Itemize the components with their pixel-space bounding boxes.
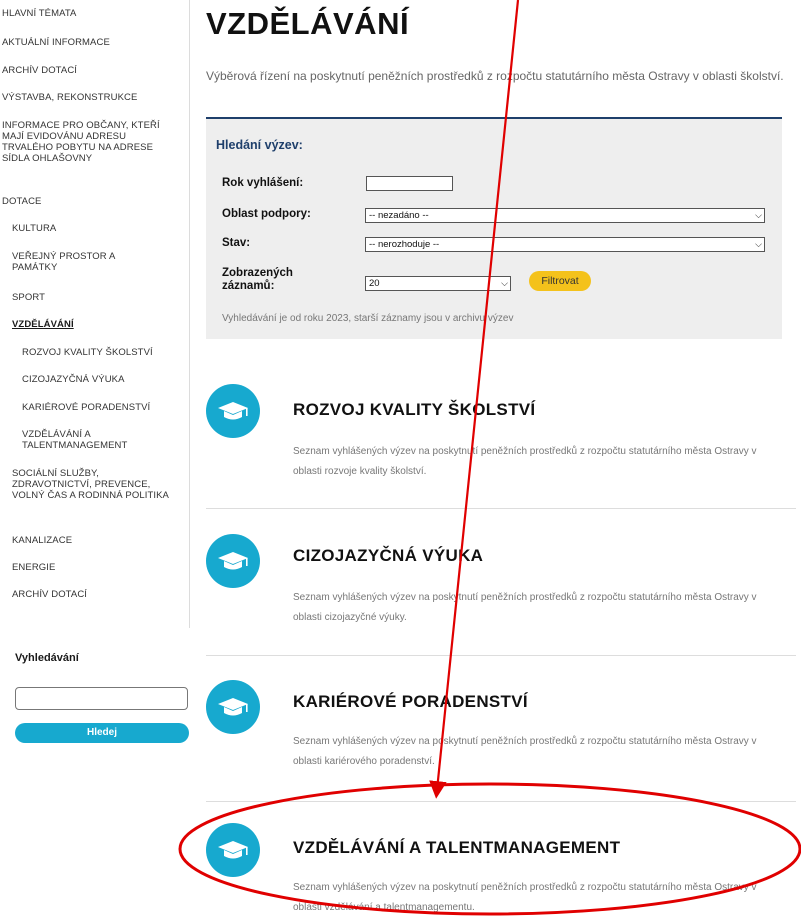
category-description: Seznam vyhlášených výzev na poskytnutí p…	[293, 882, 757, 913]
sidebar-item-cizojazycna-vyuka[interactable]: CIZOJAZYČNÁ VÝUKA	[22, 374, 187, 385]
category-title-karierove[interactable]: KARIÉROVÉ PORADENSTVÍ	[293, 692, 528, 712]
category-description: Seznam vyhlášených výzev na poskytnutí p…	[293, 592, 757, 623]
sidebar-item-hlavni-temata[interactable]: HLAVNÍ TÉMATA	[2, 8, 182, 19]
graduation-cap-icon[interactable]	[206, 534, 260, 588]
sidebar-item-karierove-poradenstvi[interactable]: KARIÉROVÉ PORADENSTVÍ	[22, 402, 187, 413]
sidebar-item-vystavba[interactable]: VÝSTAVBA, REKONSTRUKCE	[2, 92, 182, 103]
chevron-down-icon: ⌵	[755, 239, 762, 249]
year-label: Rok vyhlášení:	[222, 177, 304, 189]
count-label: Zobrazených záznamů:	[222, 267, 293, 292]
sidebar-item-sport[interactable]: SPORT	[12, 292, 182, 303]
page-intro: Výběrová řízení na poskytnutí peněžních …	[206, 69, 784, 83]
divider	[206, 801, 796, 802]
category-description: Seznam vyhlášených výzev na poskytnutí p…	[293, 446, 757, 477]
area-label: Oblast podpory:	[222, 208, 311, 220]
sidebar-item-archiv-dotaci-2[interactable]: ARCHÍV DOTACÍ	[12, 589, 182, 600]
sidebar-item-dotace[interactable]: DOTACE	[2, 196, 182, 207]
chevron-down-icon: ⌵	[501, 278, 508, 288]
filter-panel: Hledání výzev: Rok vyhlášení: Oblast pod…	[206, 117, 782, 339]
graduation-cap-icon[interactable]	[206, 384, 260, 438]
count-select[interactable]: 20 ⌵	[365, 276, 511, 291]
page-title: VZDĚLÁVÁNÍ	[206, 6, 410, 41]
search-button[interactable]: Hledej	[15, 723, 189, 743]
sidebar-item-vzdelavani-a-talentmanagement[interactable]: VZDĚLÁVÁNÍ A TALENTMANAGEMENT	[22, 429, 152, 451]
state-label: Stav:	[222, 237, 251, 249]
filter-title: Hledání výzev:	[216, 138, 303, 152]
category-title-talentmanagement[interactable]: VZDĚLÁVÁNÍ A TALENTMANAGEMENT	[293, 838, 620, 858]
sidebar-item-informace-pro-obcany[interactable]: INFORMACE PRO OBČANY, KTEŘÍ MAJÍ EVIDOVÁ…	[2, 120, 172, 164]
state-select[interactable]: -- nerozhoduje -- ⌵	[365, 237, 765, 252]
search-input[interactable]	[15, 687, 188, 710]
year-input[interactable]	[366, 176, 453, 191]
sidebar-item-verejny-prostor[interactable]: VEŘEJNÝ PROSTOR A PAMÁTKY	[12, 251, 152, 273]
sidebar-item-rozvoj-kvality-skolstvi[interactable]: ROZVOJ KVALITY ŠKOLSTVÍ	[22, 347, 187, 358]
sidebar-item-energie[interactable]: ENERGIE	[12, 562, 182, 573]
search-heading: Vyhledávání	[15, 652, 79, 664]
sidebar-item-archiv-dotaci[interactable]: ARCHÍV DOTACÍ	[2, 65, 182, 76]
sidebar-divider	[189, 0, 190, 628]
count-select-value: 20	[369, 278, 380, 289]
filter-note: Vyhledávání je od roku 2023, starší zázn…	[222, 313, 514, 324]
state-select-value: -- nerozhoduje --	[369, 239, 440, 250]
sidebar-item-kultura[interactable]: KULTURA	[12, 223, 182, 234]
category-title-cizojazycna[interactable]: CIZOJAZYČNÁ VÝUKA	[293, 546, 483, 566]
graduation-cap-icon[interactable]	[206, 680, 260, 734]
filter-button[interactable]: Filtrovat	[529, 271, 591, 291]
sidebar-item-kanalizace[interactable]: KANALIZACE	[12, 535, 182, 546]
area-select-value: -- nezadáno --	[369, 210, 429, 221]
category-title-rozvoj[interactable]: ROZVOJ KVALITY ŠKOLSTVÍ	[293, 400, 535, 420]
area-select[interactable]: -- nezadáno -- ⌵	[365, 208, 765, 223]
sidebar-item-aktualni-informace[interactable]: AKTUÁLNÍ INFORMACE	[2, 37, 182, 48]
divider	[206, 508, 796, 509]
divider	[206, 655, 796, 656]
sidebar-item-socialni-sluzby[interactable]: SOCIÁLNÍ SLUŽBY, ZDRAVOTNICTVÍ, PREVENCE…	[12, 468, 174, 501]
chevron-down-icon: ⌵	[755, 210, 762, 220]
category-description: Seznam vyhlášených výzev na poskytnutí p…	[293, 736, 757, 767]
graduation-cap-icon[interactable]	[206, 823, 260, 877]
sidebar-item-vzdelavani[interactable]: VZDĚLÁVÁNÍ	[12, 319, 182, 330]
